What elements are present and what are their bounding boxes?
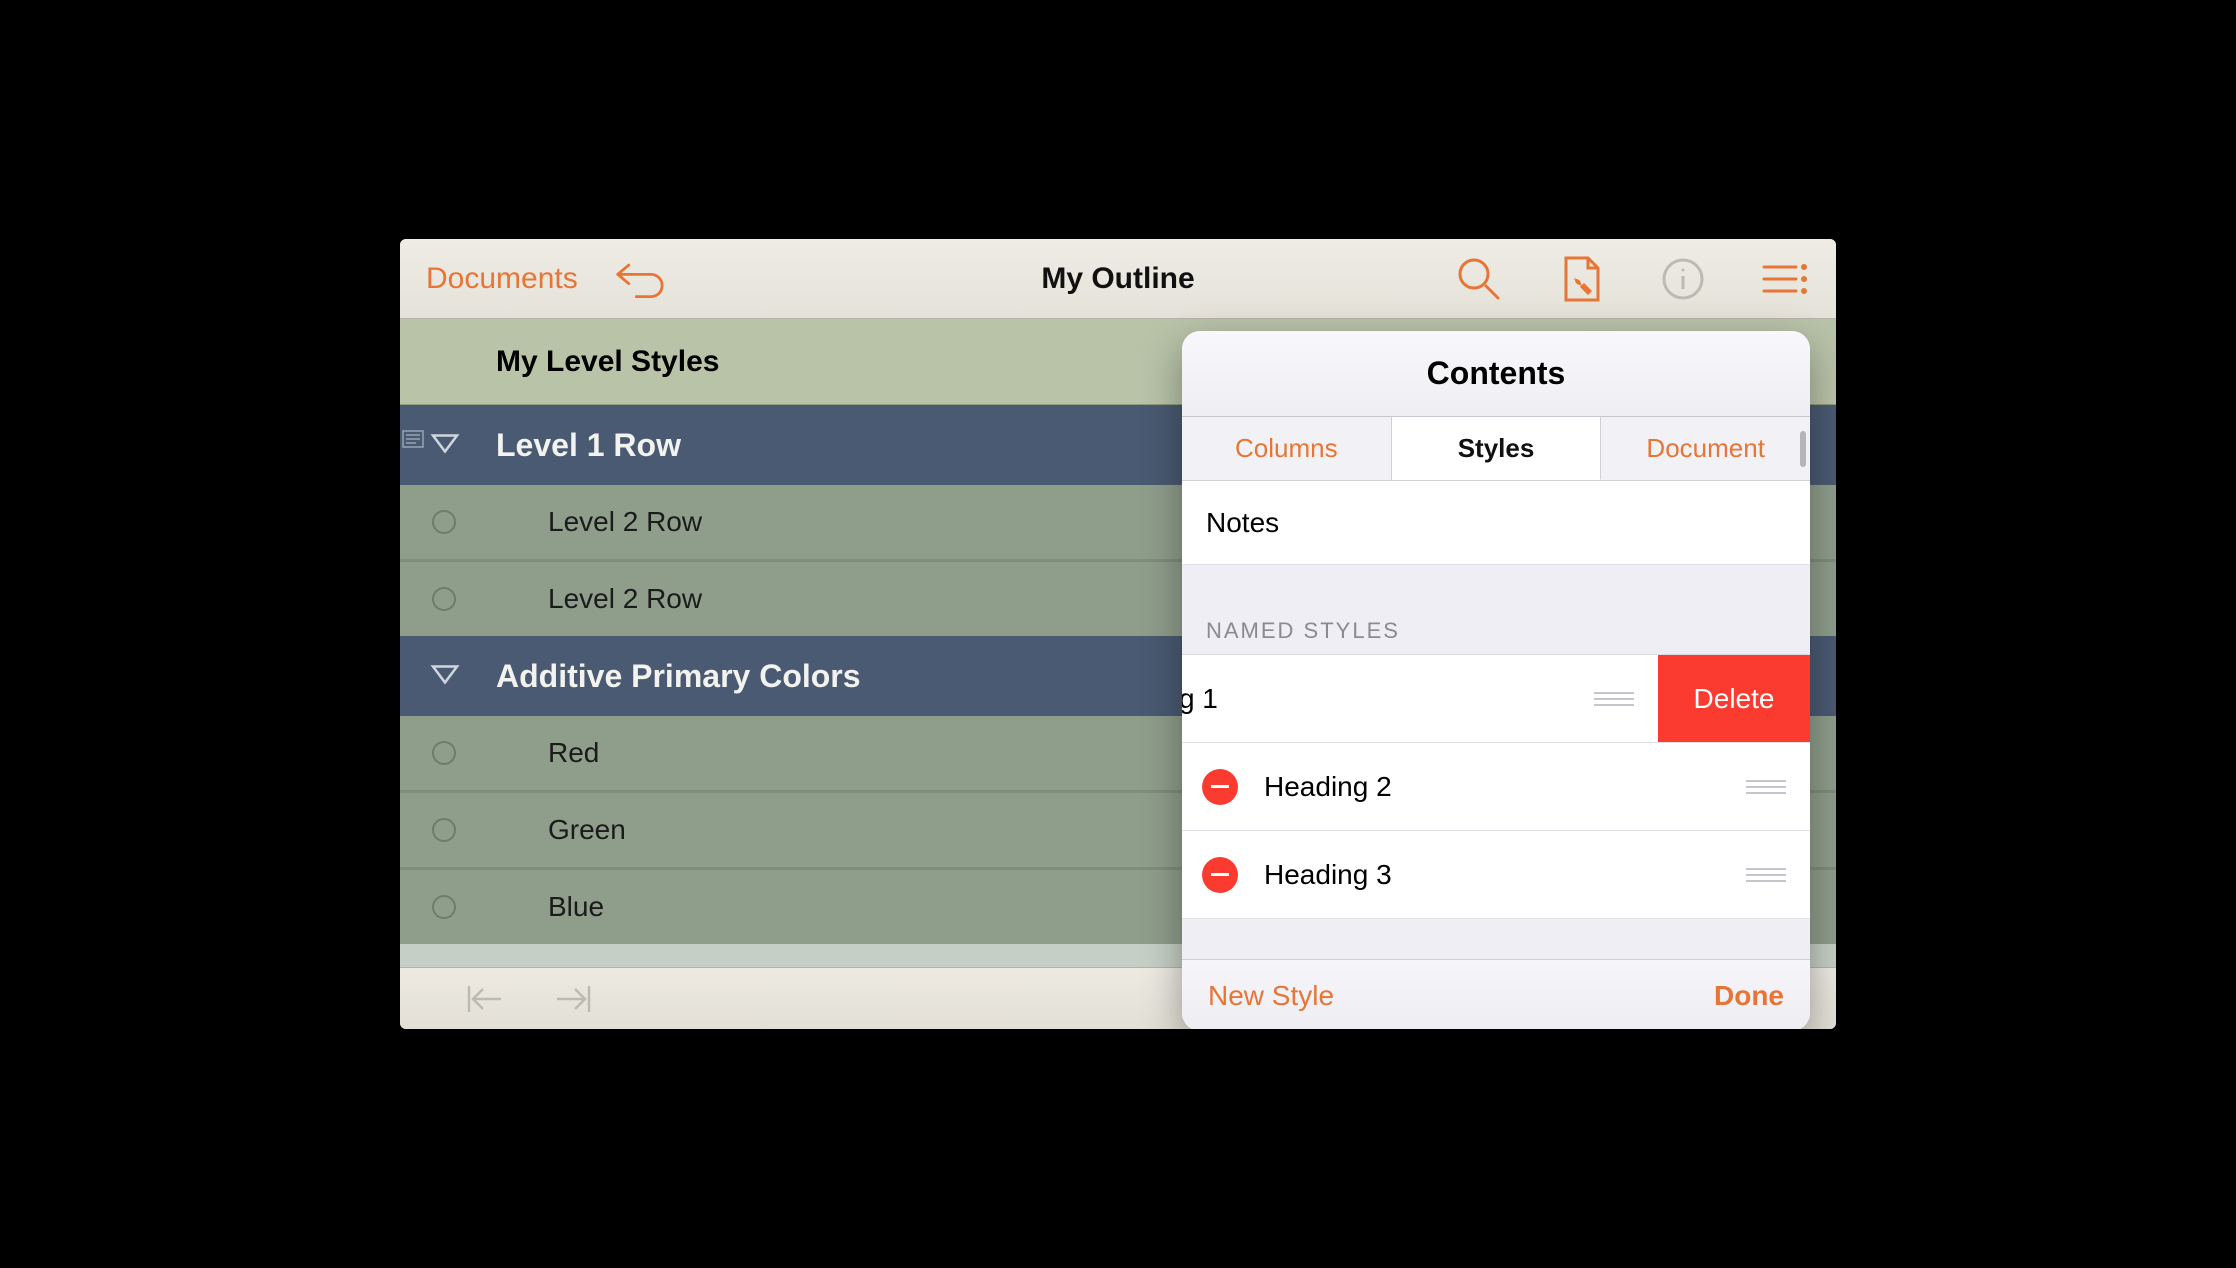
style-row[interactable]: ading 1 Delete — [1182, 655, 1810, 743]
document-title-text: My Level Styles — [496, 345, 719, 379]
row-handle-icon[interactable] — [432, 895, 456, 919]
popover-footer: New Style Done — [1182, 959, 1810, 1029]
document-title: My Outline — [1041, 262, 1194, 296]
note-indicator-icon[interactable] — [402, 419, 424, 456]
prev-button — [460, 974, 510, 1024]
row-handle-icon[interactable] — [432, 587, 456, 611]
reorder-handle-icon[interactable] — [1594, 692, 1634, 706]
list-icon — [1760, 259, 1810, 299]
scrollbar-icon[interactable] — [1800, 431, 1806, 467]
style-label: Heading 2 — [1264, 771, 1392, 803]
wrench-document-icon — [1560, 254, 1602, 304]
tab-document[interactable]: Document — [1601, 417, 1810, 480]
notes-style-cell[interactable]: Notes — [1182, 481, 1810, 565]
contents-button[interactable] — [1556, 254, 1606, 304]
row-handle-icon[interactable] — [432, 818, 456, 842]
edit-rows-button[interactable] — [1760, 254, 1810, 304]
toolbar: Documents My Outline — [400, 239, 1836, 319]
remove-style-button[interactable] — [1202, 769, 1238, 805]
row-label: Additive Primary Colors — [496, 658, 861, 695]
done-button[interactable]: Done — [1714, 980, 1784, 1012]
new-style-button[interactable]: New Style — [1208, 980, 1334, 1012]
info-icon — [1661, 257, 1705, 301]
reorder-handle-icon[interactable] — [1746, 780, 1786, 794]
row-handle-icon[interactable] — [432, 510, 456, 534]
tab-columns[interactable]: Columns — [1182, 417, 1392, 480]
popover-title: Contents — [1182, 331, 1810, 417]
undo-button[interactable] — [614, 254, 664, 304]
row-label: Red — [548, 737, 599, 769]
first-arrow-icon — [465, 982, 505, 1016]
named-styles-header: NAMED STYLES — [1182, 565, 1810, 655]
tab-styles[interactable]: Styles — [1392, 417, 1602, 480]
disclosure-triangle-icon[interactable] — [430, 658, 460, 695]
row-label: Green — [548, 814, 626, 846]
style-label: Heading 3 — [1264, 859, 1392, 891]
reorder-handle-icon[interactable] — [1746, 868, 1786, 882]
search-button[interactable] — [1454, 254, 1504, 304]
info-button — [1658, 254, 1708, 304]
search-icon — [1456, 256, 1502, 302]
style-label: ading 1 — [1182, 683, 1218, 715]
contents-popover: Contents Columns Styles Document Notes N… — [1182, 331, 1810, 1029]
row-label: Level 1 Row — [496, 427, 681, 464]
style-row[interactable]: Heading 2 — [1182, 743, 1810, 831]
last-arrow-icon — [553, 982, 593, 1016]
row-label: Level 2 Row — [548, 583, 702, 615]
documents-back-button[interactable]: Documents — [426, 262, 578, 296]
remove-style-button[interactable] — [1202, 857, 1238, 893]
undo-icon — [614, 260, 664, 298]
disclosure-triangle-icon[interactable] — [430, 427, 460, 464]
row-handle-icon[interactable] — [432, 741, 456, 765]
delete-button[interactable]: Delete — [1658, 655, 1810, 742]
next-button — [548, 974, 598, 1024]
row-label: Level 2 Row — [548, 506, 702, 538]
segmented-control: Columns Styles Document — [1182, 417, 1810, 481]
style-row[interactable]: Heading 3 — [1182, 831, 1810, 919]
row-label: Blue — [548, 891, 604, 923]
